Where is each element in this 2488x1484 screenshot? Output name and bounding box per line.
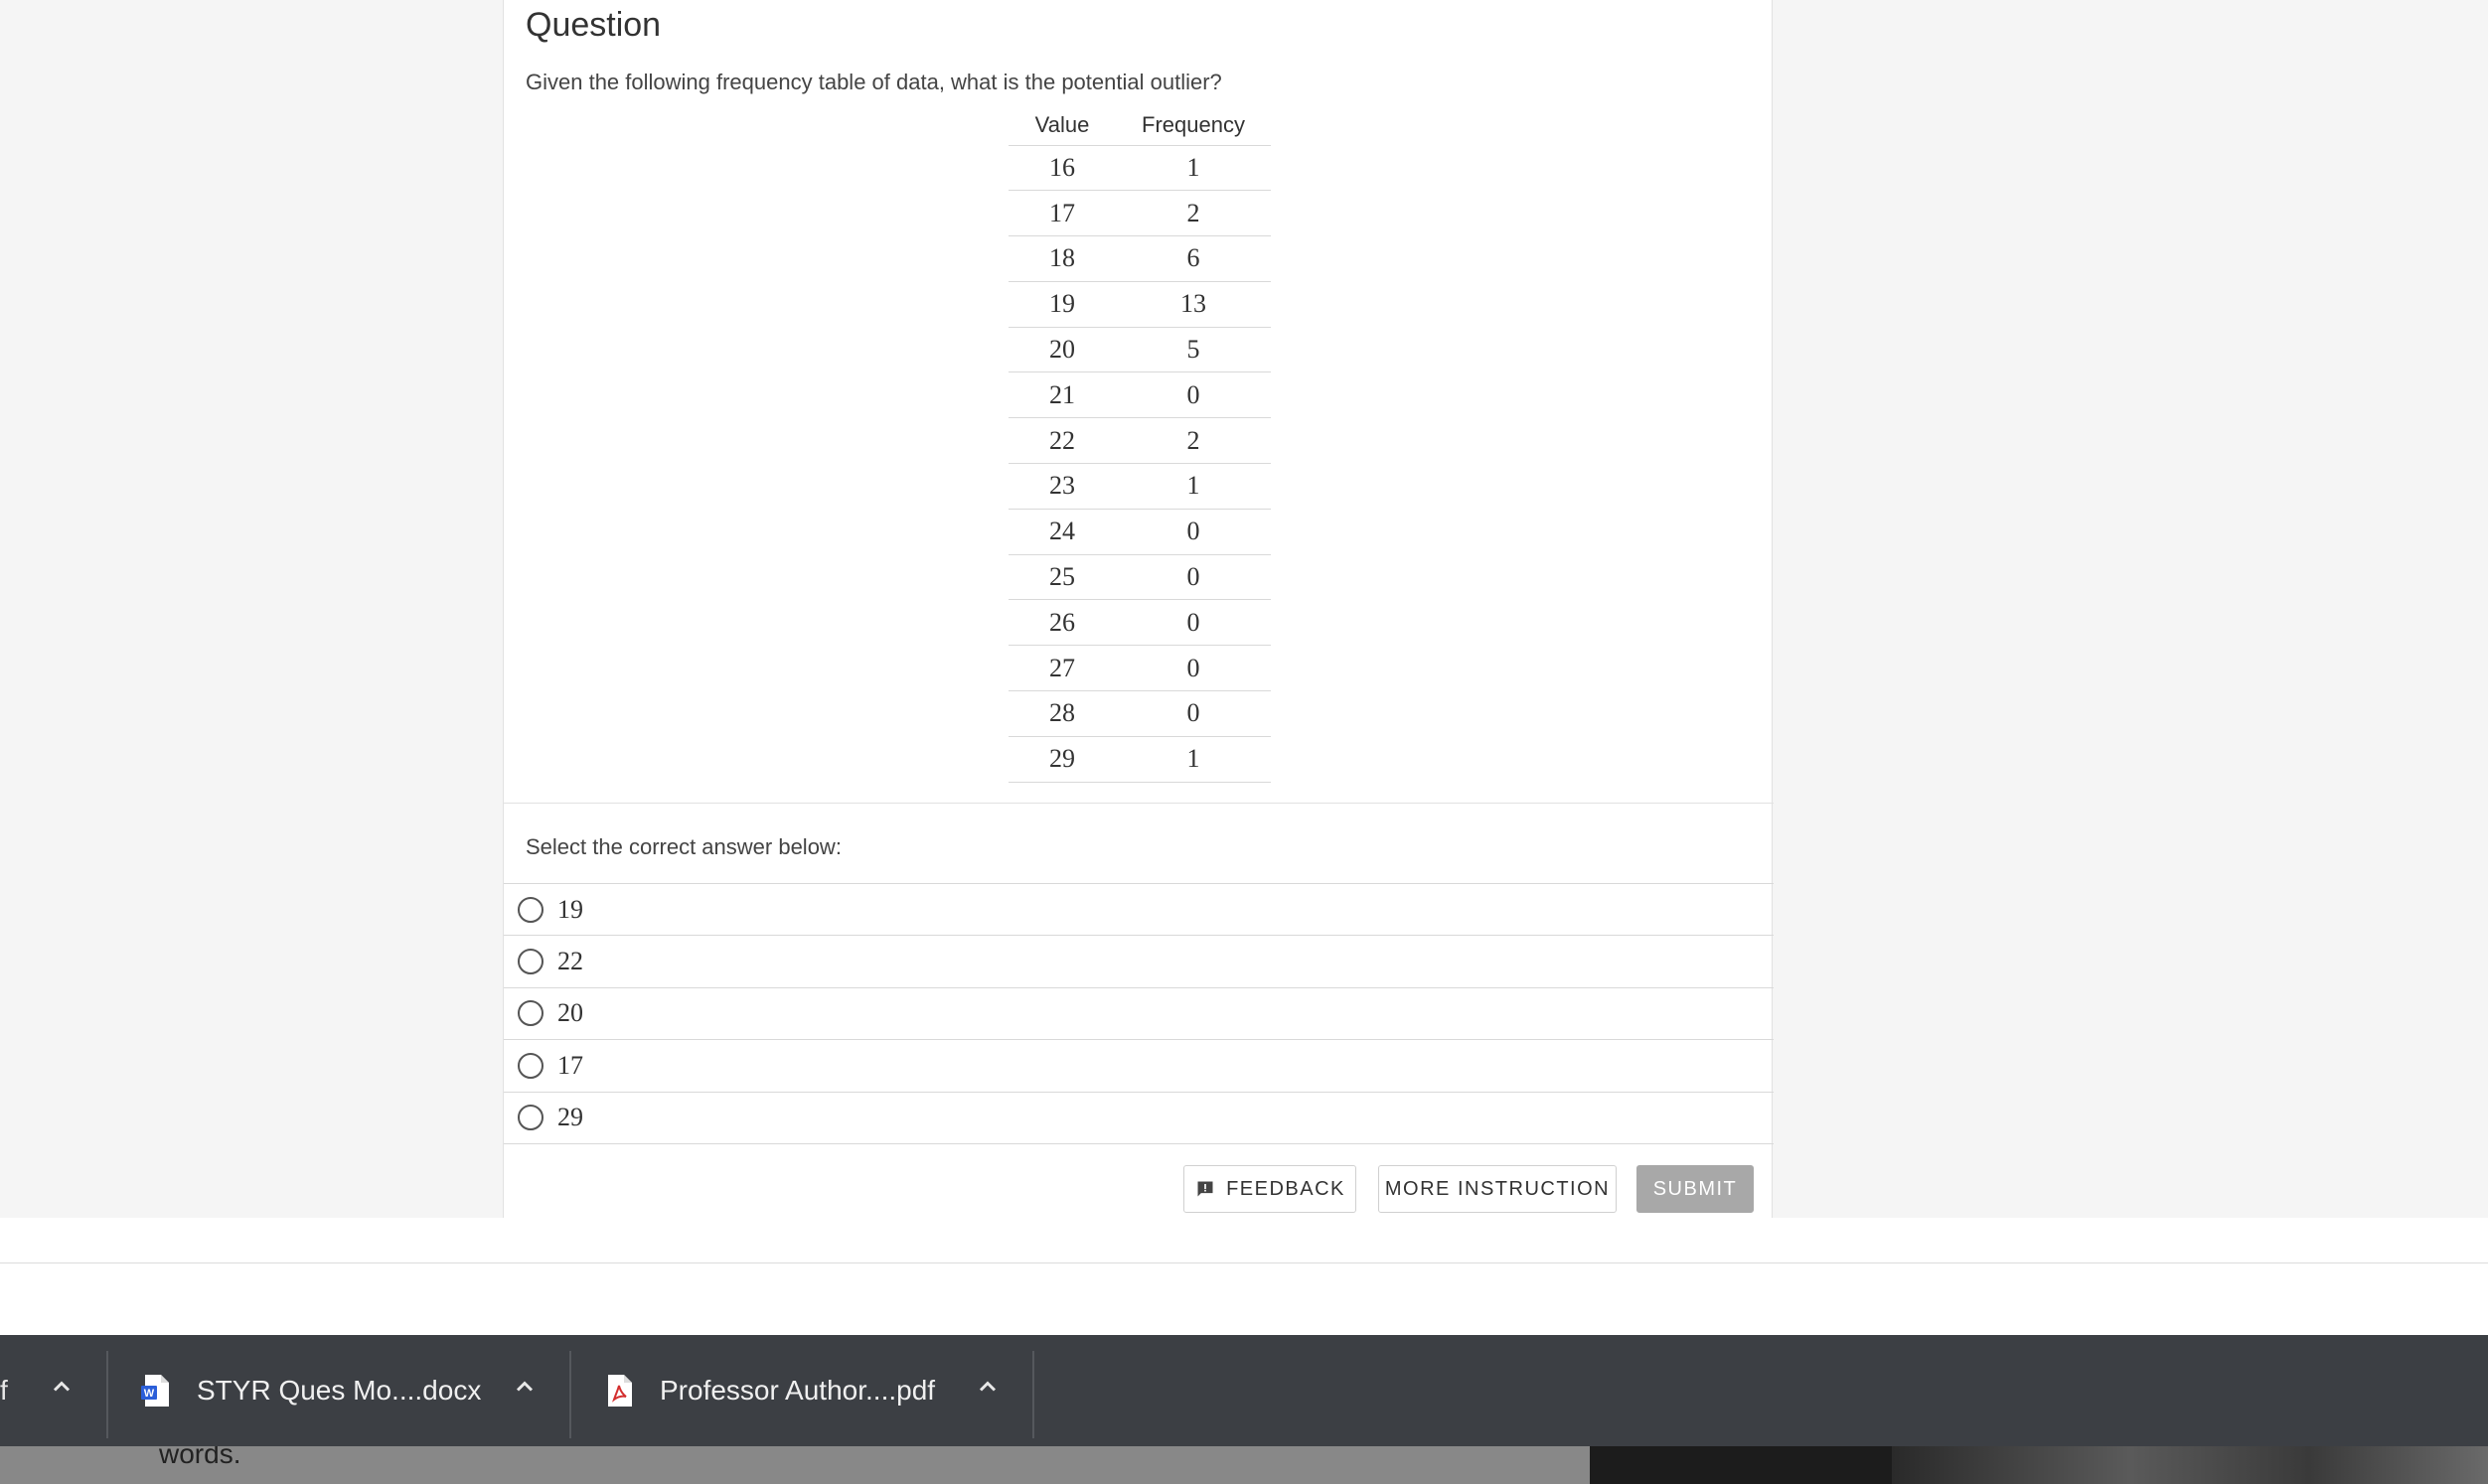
question-title: Question [526,6,662,44]
table-row: 22 2 [1009,417,1271,465]
frequency-cell: 13 [1116,281,1271,328]
value-cell: 24 [1009,509,1116,555]
feedback-icon [1197,1181,1213,1197]
table-row: 21 0 [1009,371,1271,419]
section-divider [504,803,1774,804]
answer-instruction: Select the correct answer below: [526,834,842,859]
pdf-icon [608,1375,632,1407]
question-prompt: Given the following frequency table of d… [526,70,1222,94]
table-row: 19 13 [1009,281,1271,328]
download-item-partial-label: f [0,1375,8,1406]
answer-option[interactable]: 17 [504,1040,1774,1093]
answer-option-label: 20 [557,998,583,1028]
value-cell: 18 [1009,235,1116,282]
frequency-table: Value Frequency 16 1 17 2 18 6 19 13 20 5 21 0… [1009,105,1271,783]
more-instruction-label: MORE INSTRUCTION [1384,1177,1611,1200]
value-cell: 22 [1009,417,1116,465]
submit-button-label: SUBMIT [1652,1177,1738,1200]
radio-button[interactable] [518,1105,544,1131]
value-cell: 25 [1009,554,1116,601]
frequency-cell: 1 [1116,736,1271,783]
word-doc-icon: W [141,1375,169,1407]
footer-divider [0,1262,2488,1263]
more-instruction-button[interactable]: MORE INSTRUCTION [1378,1165,1617,1213]
value-cell: 19 [1009,281,1116,328]
download-separator [1032,1351,1034,1438]
value-cell: 28 [1009,690,1116,737]
value-cell: 17 [1009,190,1116,237]
frequency-cell: 0 [1116,599,1271,647]
download-file-name: Professor Author....pdf [660,1375,936,1406]
radio-button[interactable] [518,896,544,923]
chevron-up-icon[interactable] [974,1373,1002,1401]
column-header-frequency: Frequency [1116,105,1271,146]
table-row: 26 0 [1009,599,1271,647]
frequency-cell: 2 [1116,190,1271,237]
answer-option-label: 22 [557,947,583,976]
table-row: 23 1 [1009,463,1271,510]
svg-text:W: W [144,1388,155,1400]
download-item-docx[interactable]: W STYR Ques Mo....docx [141,1335,481,1446]
table-row: 28 0 [1009,690,1271,737]
value-cell: 27 [1009,645,1116,692]
table-row: 25 0 [1009,554,1271,601]
value-cell: 21 [1009,371,1116,419]
background-text: words. [159,1446,241,1469]
download-shelf: f W STYR Ques Mo....docx Professor Autho… [0,1335,2488,1446]
frequency-cell: 0 [1116,554,1271,601]
frequency-cell: 6 [1116,235,1271,282]
frequency-cell: 1 [1116,463,1271,510]
question-card: Question Given the following frequency t… [503,0,1774,1218]
frequency-cell: 1 [1116,145,1271,192]
value-cell: 29 [1009,736,1116,783]
download-separator [569,1351,571,1438]
table-header-row: Value Frequency [1009,105,1271,146]
chevron-up-icon[interactable] [48,1373,76,1401]
download-separator [106,1351,108,1438]
table-row: 24 0 [1009,509,1271,555]
answer-option[interactable]: 22 [504,936,1774,988]
radio-button[interactable] [518,1000,544,1027]
background-image [1892,1446,2488,1484]
page-footer-band [0,1218,2488,1335]
answer-option[interactable]: 29 [504,1093,1774,1144]
answer-option-label: 19 [557,894,583,924]
submit-button[interactable]: SUBMIT [1636,1165,1754,1213]
frequency-cell: 2 [1116,417,1271,465]
download-item-pdf[interactable]: Professor Author....pdf [604,1335,935,1446]
table-row: 17 2 [1009,190,1271,237]
frequency-cell: 0 [1116,645,1271,692]
value-cell: 23 [1009,463,1116,510]
table-row: 16 1 [1009,145,1271,192]
frequency-cell: 0 [1116,690,1271,737]
table-row: 27 0 [1009,645,1271,692]
value-cell: 26 [1009,599,1116,647]
answer-options: 19 22 20 17 29 [504,883,1774,1144]
frequency-cell: 5 [1116,327,1271,373]
download-file-name: STYR Ques Mo....docx [197,1375,482,1406]
table-row: 29 1 [1009,736,1271,783]
feedback-button[interactable]: FEEDBACK [1183,1165,1356,1213]
radio-button[interactable] [518,949,544,975]
radio-button[interactable] [518,1052,544,1079]
table-row: 18 6 [1009,235,1271,282]
column-header-value: Value [1009,105,1116,146]
background-window: words. [0,1446,2488,1484]
value-cell: 16 [1009,145,1116,192]
answer-option-label: 17 [557,1050,583,1080]
chevron-up-icon[interactable] [511,1373,539,1401]
feedback-button-label: FEEDBACK [1226,1177,1345,1200]
table-row: 20 5 [1009,327,1271,373]
value-cell: 20 [1009,327,1116,373]
frequency-cell: 0 [1116,509,1271,555]
answer-option[interactable]: 20 [504,988,1774,1041]
answer-option[interactable]: 19 [504,884,1774,937]
frequency-cell: 0 [1116,371,1271,419]
answer-option-label: 29 [557,1103,583,1132]
